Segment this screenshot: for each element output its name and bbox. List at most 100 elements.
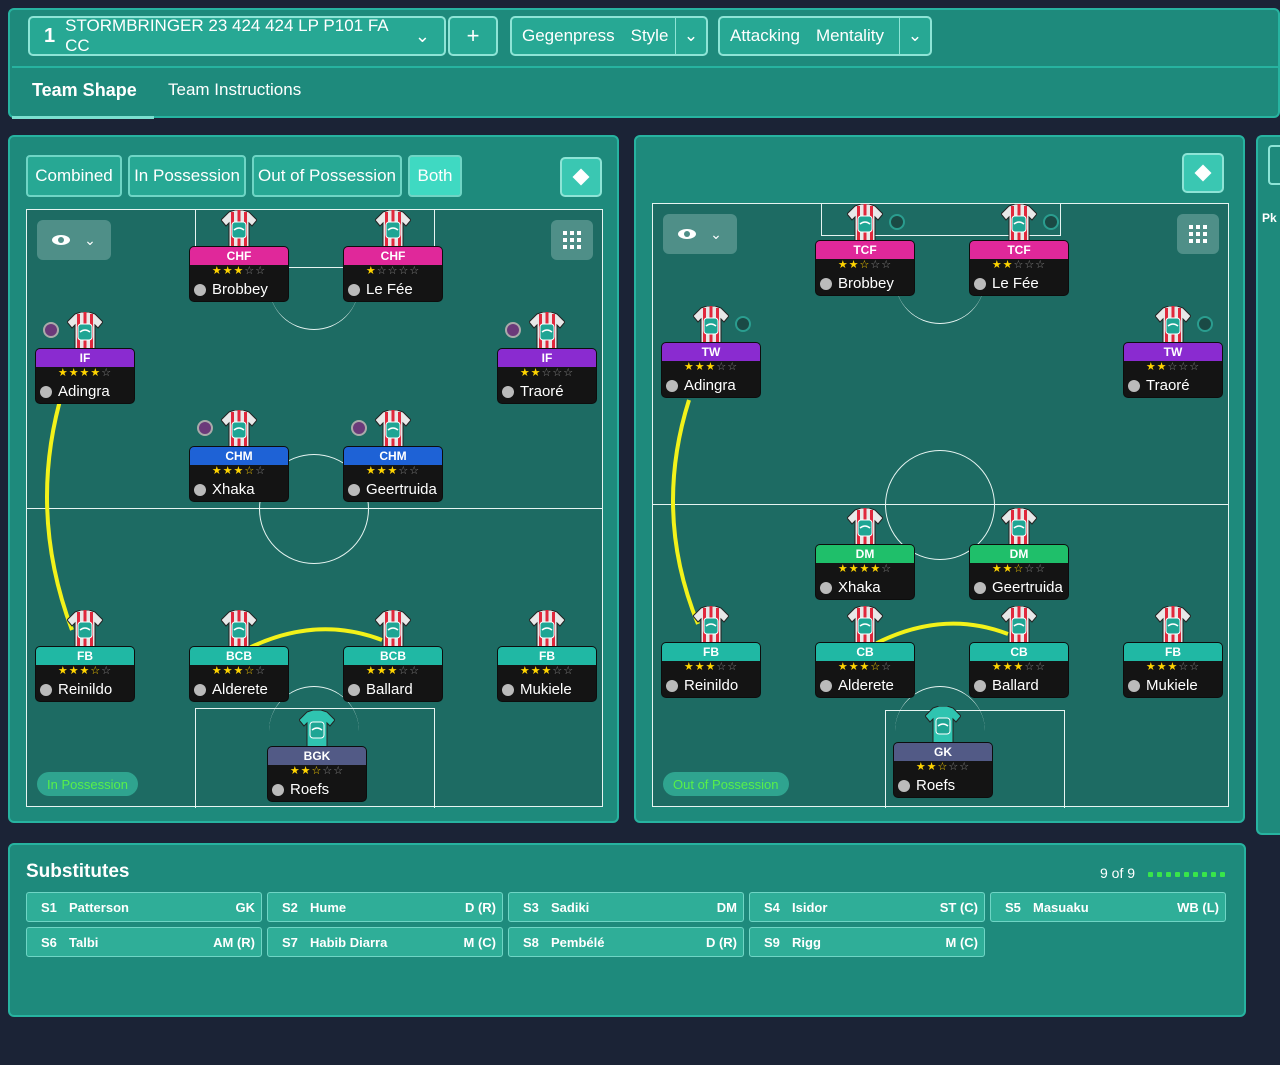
in-possession-panel: Combined In Possession Out of Possession… <box>8 135 619 823</box>
player-name: Xhaka <box>838 579 881 596</box>
player-name: Mukiele <box>520 681 572 698</box>
player-role: CB <box>816 643 914 661</box>
user-icon <box>348 483 360 496</box>
user-icon <box>974 277 986 290</box>
substitute-row[interactable]: S6 Talbi AM (R) <box>26 927 262 957</box>
shirt-icon <box>374 409 412 449</box>
player-name: Geertruida <box>366 481 437 498</box>
player-role-card: FB ★★★☆☆ Mukiele <box>497 646 597 702</box>
chevron-down-icon: ⌄ <box>683 26 699 45</box>
shirt-icon <box>528 311 566 351</box>
player-name: Traoré <box>520 383 564 400</box>
diamond-icon[interactable] <box>560 157 602 197</box>
substitute-row[interactable]: S2 Hume D (R) <box>267 892 503 922</box>
player-role-stars: ★★★☆☆ <box>57 665 113 677</box>
shirt-icon <box>846 203 884 243</box>
substitute-position: ST (C) <box>939 899 978 915</box>
player-name: Adingra <box>58 383 110 400</box>
add-tactic-button[interactable]: + <box>448 16 498 56</box>
tactic-number: 1 <box>44 24 56 47</box>
substitute-slot: S6 <box>41 934 57 950</box>
player-role-card: IF ★★☆☆☆ Traoré <box>497 348 597 404</box>
active-tab-indicator <box>12 116 154 119</box>
player-name: Ballard <box>366 681 413 698</box>
role-badge-icon <box>351 420 367 436</box>
player-role-card: CHM ★★★☆☆ Xhaka <box>189 446 289 502</box>
player-role: FB <box>662 643 760 661</box>
substitute-row[interactable]: S1 Patterson GK <box>26 892 262 922</box>
substitute-row[interactable]: S8 Pembélé D (R) <box>508 927 744 957</box>
player-role-stars: ★★★☆☆ <box>683 361 739 373</box>
substitute-position: DM <box>716 899 737 915</box>
substitute-slot: S3 <box>523 899 539 915</box>
user-icon <box>820 581 832 594</box>
substitute-position: D (R) <box>705 934 737 950</box>
chevron-down-icon: ⌄ <box>907 26 923 45</box>
shirt-icon <box>1000 605 1038 645</box>
user-icon <box>974 581 986 594</box>
mentality-dropdown[interactable]: Attacking Mentality ⌄ <box>718 16 932 56</box>
player-role-stars: ★★☆☆☆ <box>915 761 971 773</box>
player-role: CHM <box>344 447 442 465</box>
fill-dot <box>1166 872 1171 877</box>
player-role-card: TW ★★☆☆☆ Traoré <box>1123 342 1223 398</box>
substitutes-title: Substitutes <box>26 861 130 882</box>
style-dropdown[interactable]: Gegenpress Style ⌄ <box>510 16 708 56</box>
shirt-icon <box>1154 305 1192 345</box>
substitutes-panel: Substitutes 9 of 9 S1 Patterson GK S2 Hum… <box>8 843 1246 1017</box>
pitch-out-of-possession: ⌄ Out of Possession TCF ★★☆☆☆ Brobbey TC… <box>652 203 1229 808</box>
tab-team-instructions[interactable]: Team Instructions <box>168 80 301 100</box>
shirt-icon <box>66 311 104 351</box>
player-role: CB <box>970 643 1068 661</box>
player-role: FB <box>1124 643 1222 661</box>
fill-dot <box>1202 872 1207 877</box>
shirt-icon <box>528 609 566 649</box>
pitch-in-possession: ⌄ In Possession CHF ★★★☆☆ Brobbey CHF ★☆… <box>26 209 603 808</box>
player-role: TCF <box>970 241 1068 259</box>
tactic-selector[interactable]: 1 STORMBRINGER 23 424 424 LP P101 FA CC … <box>28 16 446 56</box>
tab-bar: Team Shape Team Instructions <box>12 66 1278 119</box>
player-role: DM <box>816 545 914 563</box>
fill-dot <box>1148 872 1153 877</box>
shirt-icon <box>692 305 730 345</box>
substitute-name: Rigg <box>792 934 821 950</box>
user-icon <box>194 683 206 696</box>
style-value: Gegenpress <box>522 26 615 45</box>
substitute-row[interactable]: S3 Sadiki DM <box>508 892 744 922</box>
role-badge-icon <box>197 420 213 436</box>
substitute-name: Patterson <box>69 899 129 915</box>
player-role-card: CHF ★☆☆☆☆ Le Fée <box>343 246 443 302</box>
shirt-icon <box>374 609 412 649</box>
tab-team-shape[interactable]: Team Shape <box>32 80 137 101</box>
player-name: Roefs <box>290 781 330 798</box>
mode-both-button[interactable]: Both <box>408 155 462 197</box>
mode-in-possession-button[interactable]: In Possession <box>128 155 246 197</box>
player-role-stars: ★★★☆☆ <box>683 661 739 673</box>
player-name: Roefs <box>916 777 956 794</box>
diamond-icon[interactable] <box>1182 153 1224 193</box>
role-badge-icon <box>1043 214 1059 230</box>
substitute-row[interactable]: S4 Isidor ST (C) <box>749 892 985 922</box>
player-name: Brobbey <box>838 275 894 292</box>
substitute-row[interactable]: S9 Rigg M (C) <box>749 927 985 957</box>
fill-dot <box>1193 872 1198 877</box>
substitutes-count: 9 of 9 <box>1100 865 1136 881</box>
player-role-card: DM ★★☆☆☆ Geertruida <box>969 544 1069 600</box>
player-role: FB <box>36 647 134 665</box>
shirt-icon <box>220 609 258 649</box>
player-role-stars: ★★★☆☆ <box>211 665 267 677</box>
shirt-icon <box>374 209 412 249</box>
player-role: TW <box>662 343 760 361</box>
role-badge-icon <box>43 322 59 338</box>
player-role-stars: ★★★☆☆ <box>365 665 421 677</box>
link-line <box>45 389 74 631</box>
substitute-row[interactable]: S5 Masuaku WB (L) <box>990 892 1226 922</box>
in-possession-label: In Possession <box>37 772 138 796</box>
substitute-row[interactable]: S7 Habib Diarra M (C) <box>267 927 503 957</box>
shirt-icon <box>692 605 730 645</box>
mode-combined-button[interactable]: Combined <box>26 155 122 197</box>
mode-out-of-possession-button[interactable]: Out of Possession <box>252 155 402 197</box>
user-icon <box>194 283 206 296</box>
substitute-slot: S5 <box>1005 899 1021 915</box>
substitute-position: AM (R) <box>213 934 255 950</box>
